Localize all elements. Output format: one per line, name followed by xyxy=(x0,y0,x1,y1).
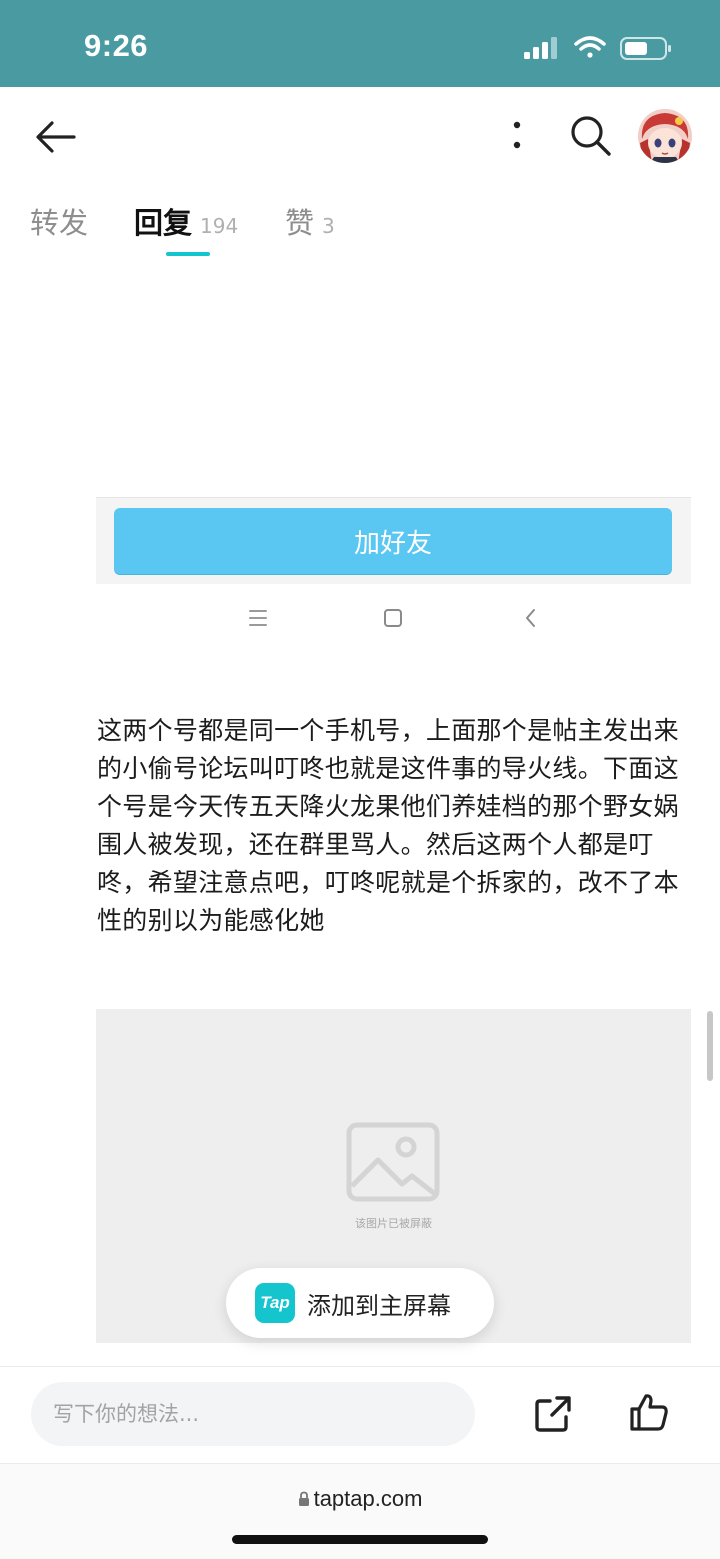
add-to-home-screen-banner[interactable]: Tap 添加到主屏幕 xyxy=(226,1268,494,1338)
browser-url-bar: taptap.com xyxy=(0,1463,720,1559)
lock-icon xyxy=(298,1491,309,1506)
url-display[interactable]: taptap.com xyxy=(0,1486,720,1512)
add-to-home-label: 添加到主屏幕 xyxy=(307,1291,451,1320)
more-options-icon[interactable] xyxy=(500,115,534,157)
comment-bar xyxy=(0,1366,720,1463)
back-arrow-icon[interactable] xyxy=(32,117,80,157)
tab-label: 赞 xyxy=(285,206,315,240)
status-icons xyxy=(524,36,671,60)
tab-bar: 转发 回复 194 赞3 xyxy=(0,190,720,260)
back-chevron-icon xyxy=(526,609,535,627)
battery-icon xyxy=(620,37,671,60)
tab-replies[interactable]: 回复 194 xyxy=(134,200,238,242)
tab-count: 3 xyxy=(322,214,335,238)
signal-icon xyxy=(524,37,557,59)
blocked-image-caption: 该图片已被屏蔽 xyxy=(355,1217,432,1230)
top-nav xyxy=(0,87,720,187)
embedded-screenshot: 加好友 xyxy=(96,497,691,584)
tab-likes[interactable]: 赞3 xyxy=(285,200,335,242)
taptap-logo: Tap xyxy=(255,1283,295,1323)
post-body-text: 这两个号都是同一个手机号，上面那个是帖主发出来的小偷号论坛叫叮咚也就是这件事的导… xyxy=(97,716,679,935)
add-friend-button: 加好友 xyxy=(114,508,672,574)
comment-input[interactable] xyxy=(31,1382,475,1446)
tab-count: 194 xyxy=(200,214,239,238)
tab-label: 回复 xyxy=(134,206,193,240)
home-square-icon xyxy=(384,609,402,627)
menu-icon xyxy=(249,610,267,626)
embedded-system-nav xyxy=(96,590,691,650)
status-time: 9:26 xyxy=(84,28,149,63)
thumbs-up-icon[interactable] xyxy=(628,1391,670,1433)
tab-reposts[interactable]: 转发 xyxy=(30,200,88,242)
home-indicator[interactable] xyxy=(232,1535,488,1544)
status-bar: 9:26 xyxy=(0,0,720,87)
user-avatar[interactable] xyxy=(638,109,692,163)
active-tab-indicator xyxy=(166,252,210,256)
scrollbar[interactable] xyxy=(707,1011,713,1081)
avatar-image xyxy=(638,109,692,163)
url-text: taptap.com xyxy=(313,1486,423,1511)
tab-label: 转发 xyxy=(30,206,89,240)
image-placeholder-icon xyxy=(346,1122,440,1202)
share-icon[interactable] xyxy=(532,1393,574,1435)
wifi-icon xyxy=(574,36,606,58)
search-icon[interactable] xyxy=(568,113,614,159)
